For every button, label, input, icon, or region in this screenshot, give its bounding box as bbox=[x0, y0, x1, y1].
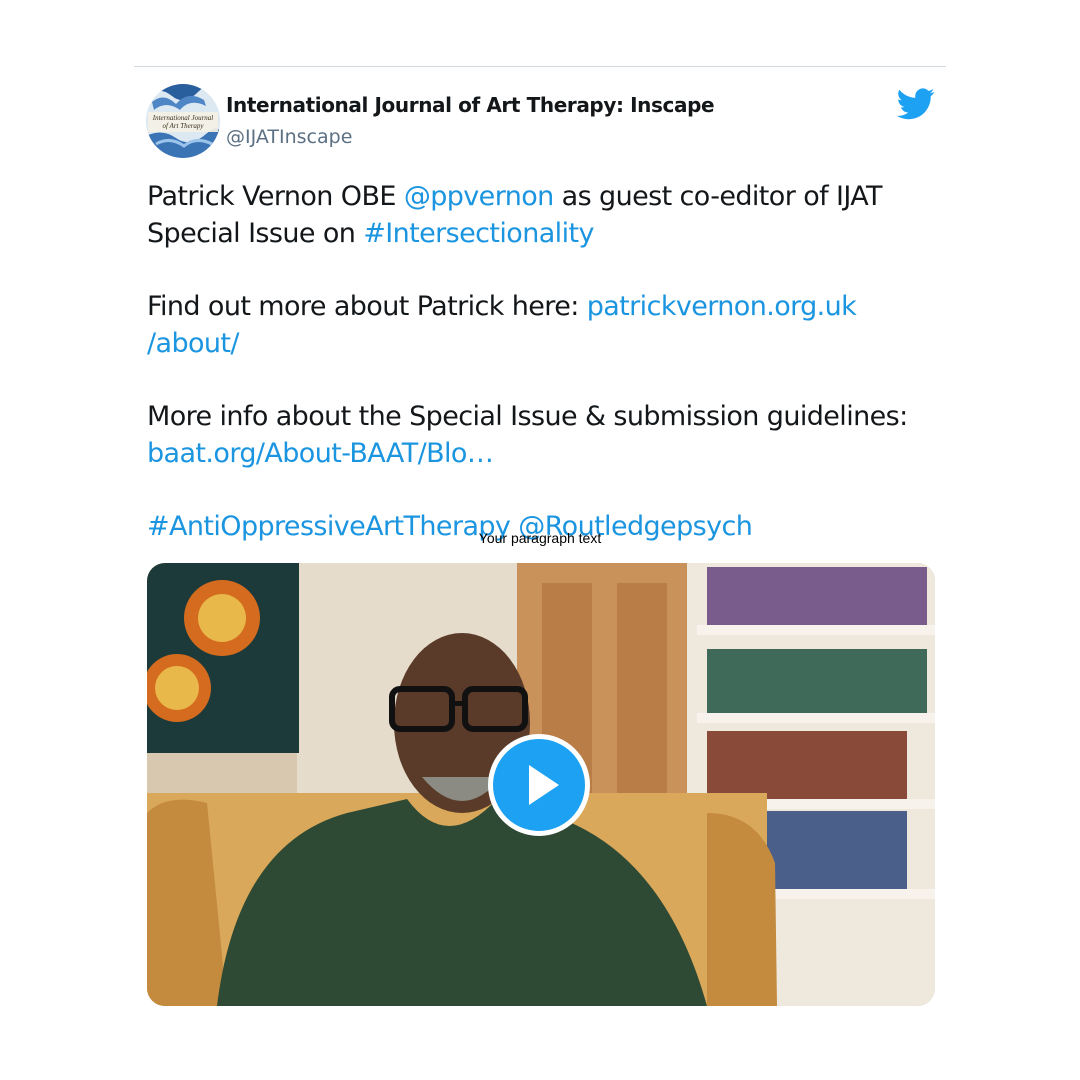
tweet-paragraph-3: More info about the Special Issue & subm… bbox=[147, 398, 947, 472]
baat-link[interactable]: baat.org/About-BAAT/Blo… bbox=[147, 438, 494, 469]
avatar-logo: International Journal of Art Therapy bbox=[146, 84, 220, 158]
play-button[interactable] bbox=[488, 734, 590, 836]
patrickvernon-link[interactable]: patrickvernon.org.uk bbox=[587, 291, 857, 322]
avatar-text-line2: of Art Therapy bbox=[162, 122, 204, 130]
mention-ppvernon-link[interactable]: @ppvernon bbox=[404, 181, 554, 212]
tweet-text-span: Patrick Vernon OBE bbox=[147, 181, 404, 212]
author-handle[interactable]: @IJATInscape bbox=[226, 126, 352, 148]
tweet-text-span: Find out more about Patrick here: bbox=[147, 291, 587, 322]
tweet-paragraph-2: Find out more about Patrick here: patric… bbox=[147, 288, 947, 362]
patrickvernon-link-path[interactable]: /about/ bbox=[147, 328, 240, 359]
tweet-paragraph-1: Patrick Vernon OBE @ppvernon as guest co… bbox=[147, 178, 947, 252]
author-avatar[interactable]: International Journal of Art Therapy bbox=[146, 84, 220, 158]
top-divider bbox=[134, 66, 946, 67]
twitter-bird-icon[interactable] bbox=[896, 88, 935, 120]
author-display-name[interactable]: International Journal of Art Therapy: In… bbox=[226, 93, 715, 117]
overlay-caption: Your paragraph text bbox=[478, 530, 602, 546]
play-icon bbox=[529, 765, 559, 805]
hashtag-intersectionality-link[interactable]: #Intersectionality bbox=[363, 218, 594, 249]
tweet-text: Patrick Vernon OBE @ppvernon as guest co… bbox=[147, 178, 947, 545]
avatar-text-line1: International Journal bbox=[152, 114, 214, 122]
tweet-text-span: More info about the Special Issue & subm… bbox=[147, 401, 908, 432]
video-player[interactable] bbox=[147, 563, 935, 1006]
